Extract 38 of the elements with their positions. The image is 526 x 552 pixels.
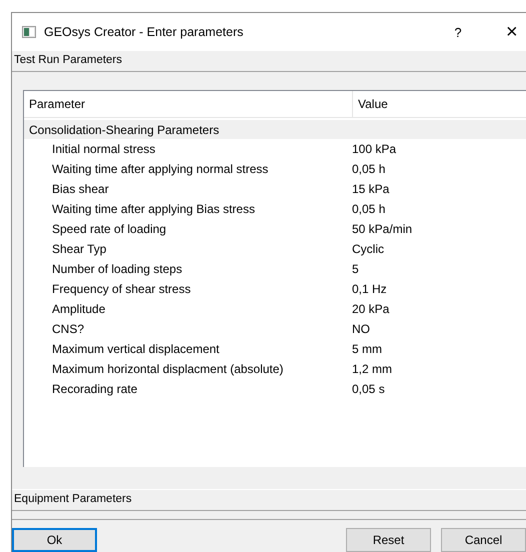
parameter-value: 5 (352, 262, 359, 276)
section-tab[interactable]: Test Run Parameters (12, 51, 526, 72)
parameter-name: Speed rate of loading (51, 222, 168, 236)
parameter-name: Frequency of shear stress (51, 282, 192, 296)
parameter-value: NO (352, 322, 370, 336)
window-title: GEOsys Creator - Enter parameters (44, 25, 244, 39)
column-header[interactable]: Parameter (24, 91, 353, 117)
parameter-value: 0,1 Hz (352, 282, 387, 296)
parameter-value: 0,05 h (352, 162, 386, 176)
parameter-value: 0,05 h (352, 202, 386, 216)
close-button[interactable]: × (506, 22, 526, 42)
parameter-name: CNS? (51, 322, 86, 336)
parameter-value: 50 kPa/min (352, 222, 412, 236)
app-icon (22, 26, 36, 38)
parameter-value: 5 mm (352, 342, 382, 356)
parameter-name: Waiting time after applying normal stress (51, 162, 270, 176)
parameter-value: Cyclic (352, 242, 384, 256)
parameter-name: Bias shear (51, 182, 110, 196)
parameter-name: Shear Typ (51, 242, 108, 256)
dialog-button[interactable]: Ok (12, 528, 97, 552)
parameter-name: Recorading rate (51, 382, 138, 396)
parameter-value: 15 kPa (352, 182, 390, 196)
parameter-value: 0,05 s (352, 382, 385, 396)
parameter-name: Amplitude (51, 302, 106, 316)
dialog-button[interactable]: Reset (346, 528, 431, 552)
parameter-name: Maximum horizontal displacment (absolute) (51, 362, 284, 376)
parameter-name: Waiting time after applying Bias stress (51, 202, 256, 216)
parameter-name: Number of loading steps (51, 262, 184, 276)
section-tab[interactable]: Equipment Parameters (12, 489, 526, 511)
parameter-name: Maximum vertical displacement (51, 342, 220, 356)
parameter-value: 100 kPa (352, 142, 396, 156)
parameter-value: 1,2 mm (352, 362, 392, 376)
parameter-name: Initial normal stress (51, 142, 156, 156)
help-button[interactable]: ? (448, 24, 468, 40)
dialog-button[interactable]: Cancel (441, 528, 526, 552)
group-row[interactable]: Consolidation-Shearing Parameters (24, 120, 526, 139)
column-header[interactable]: Value (353, 91, 388, 117)
parameter-value: 20 kPa (352, 302, 390, 316)
